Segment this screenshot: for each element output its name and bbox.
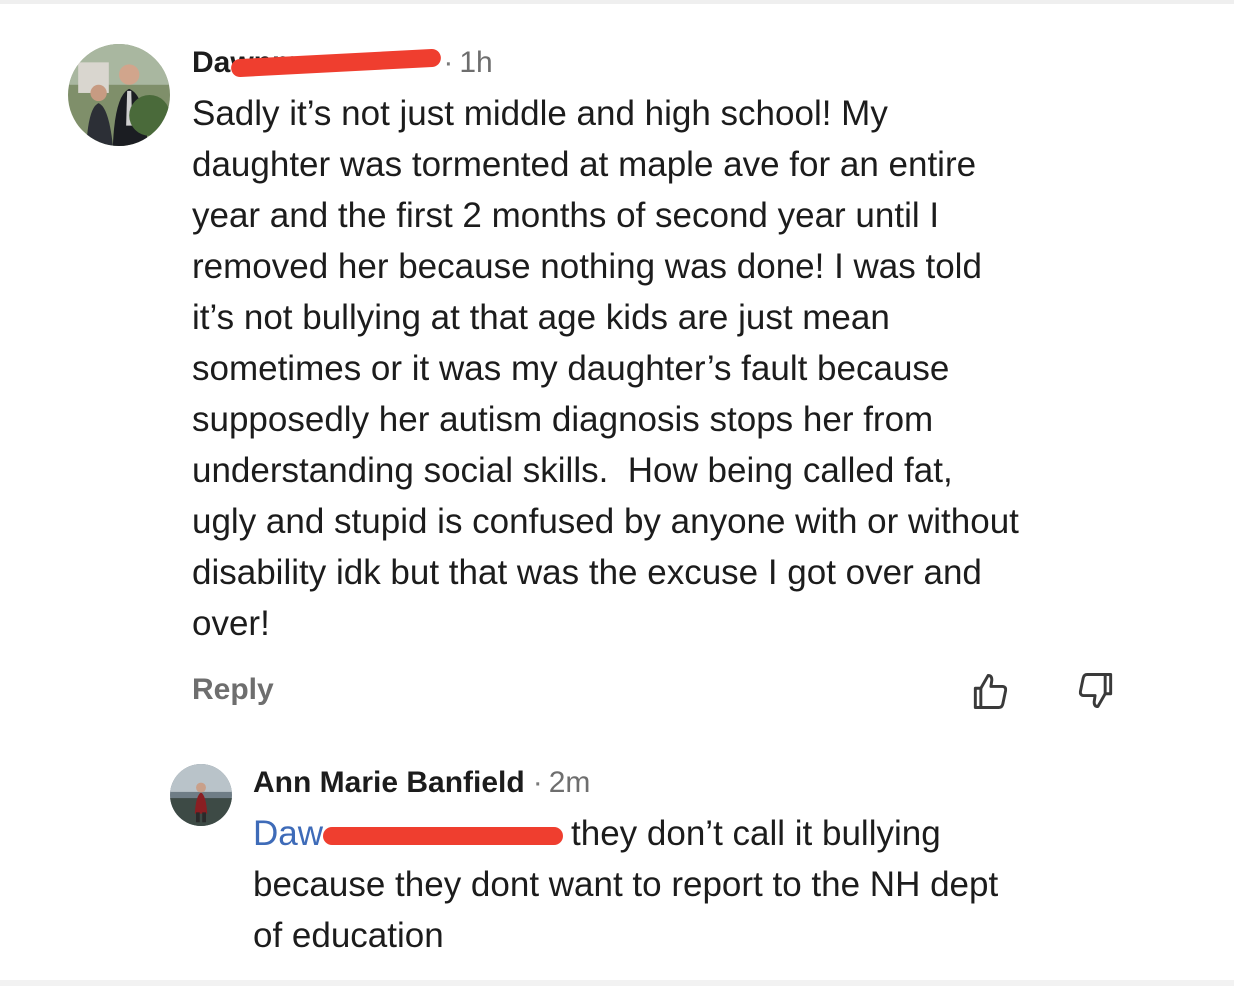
thumbs-up-icon[interactable] bbox=[968, 669, 1012, 713]
text-line: disability idk but that was the excuse I… bbox=[192, 553, 982, 592]
comment-body: Ann Marie Banfield · 2m Daw they don’t ca… bbox=[253, 758, 1133, 961]
text-line: over! bbox=[192, 604, 270, 643]
comment-text: Daw they don’t call it bullying because t… bbox=[253, 808, 1133, 961]
timestamp: 2m bbox=[548, 766, 591, 799]
text-line: daughter was tormented at maple ave for … bbox=[192, 145, 977, 184]
avatar-photo bbox=[68, 44, 170, 146]
avatar-photo bbox=[170, 764, 232, 826]
bottom-divider bbox=[0, 980, 1234, 986]
thumbs-down-icon[interactable] bbox=[1074, 669, 1118, 713]
text-line: it’s not bullying at that age kids are j… bbox=[192, 298, 890, 337]
comment-text: Sadly it’s not just middle and high scho… bbox=[192, 88, 1142, 649]
avatar[interactable] bbox=[68, 44, 170, 146]
top-divider bbox=[0, 0, 1234, 4]
user-mention[interactable]: Daw bbox=[253, 814, 323, 853]
avatar[interactable] bbox=[170, 764, 232, 826]
redaction-mark bbox=[323, 826, 564, 845]
text-line: of education bbox=[253, 916, 444, 955]
text-line: sometimes or it was my daughter’s fault … bbox=[192, 349, 950, 388]
text-line: understanding social skills. How being c… bbox=[192, 451, 953, 490]
text-line: because they dont want to report to the … bbox=[253, 865, 999, 904]
text-line: year and the first 2 months of second ye… bbox=[192, 196, 940, 235]
comment-body: Dawnma · 1h Sadly it’s not just middle a… bbox=[192, 38, 1142, 725]
text-line: removed her because nothing was done! I … bbox=[192, 247, 982, 286]
reply-button[interactable]: Reply bbox=[192, 673, 274, 707]
meta-separator: · bbox=[443, 46, 454, 79]
text-line: ugly and stupid is confused by anyone wi… bbox=[192, 502, 1019, 541]
comment-header: Ann Marie Banfield · 2m bbox=[253, 758, 1133, 808]
text-line: supposedly her autism diagnosis stops he… bbox=[192, 400, 934, 439]
comment-header: Dawnma · 1h bbox=[192, 38, 1142, 88]
text-line: Sadly it’s not just middle and high scho… bbox=[192, 94, 888, 133]
author-name[interactable]: Ann Marie Banfield bbox=[253, 766, 525, 800]
timestamp: 1h bbox=[459, 46, 493, 79]
comment-actions: Reply bbox=[192, 669, 1142, 725]
meta-separator: · bbox=[532, 766, 543, 799]
text-line: they don’t call it bullying bbox=[571, 814, 941, 853]
